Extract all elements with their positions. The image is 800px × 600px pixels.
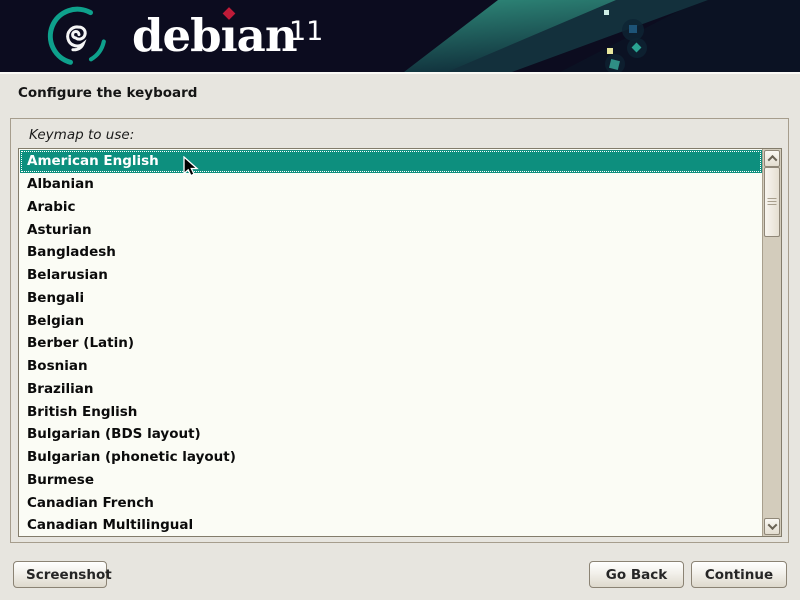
list-item-label: Bulgarian (phonetic layout) (27, 449, 236, 465)
continue-button[interactable]: Continue (691, 561, 787, 588)
list-item-label: Burmese (27, 472, 94, 488)
list-item[interactable]: Bengali (20, 287, 762, 310)
list-item[interactable]: Albanian (20, 173, 762, 196)
scroll-up-button[interactable] (764, 150, 780, 167)
list-item[interactable]: Bosnian (20, 355, 762, 378)
brand-version: 11 (289, 17, 323, 47)
list-item-label: Canadian Multilingual (27, 517, 193, 533)
list-item-label: Bosnian (27, 358, 88, 374)
scrollbar-thumb[interactable] (764, 167, 780, 237)
list-item-label: Asturian (27, 222, 92, 238)
screenshot-button[interactable]: Screenshot (13, 561, 107, 588)
list-item[interactable]: Brazilian (20, 378, 762, 401)
list-item-label: Albanian (27, 176, 94, 192)
list-item-label: Berber (Latin) (27, 335, 134, 351)
list-item[interactable]: Berber (Latin) (20, 332, 762, 355)
vertical-scrollbar[interactable] (762, 149, 781, 536)
list-item[interactable]: Asturian (20, 218, 762, 241)
list-item[interactable]: Canadian Multilingual (20, 514, 762, 535)
brand-name: debıan (132, 9, 297, 62)
list-item[interactable]: British English (20, 400, 762, 423)
list-item[interactable]: Belgian (20, 309, 762, 332)
list-item-label: Canadian French (27, 495, 154, 511)
question-label: Keymap to use: (29, 127, 134, 143)
list-item[interactable]: Belarusian (20, 264, 762, 287)
installer-banner: debıan 11 (0, 0, 800, 74)
page-title: Configure the keyboard (18, 85, 197, 101)
debian-swirl-logo (44, 3, 110, 69)
banner-artwork (0, 0, 800, 72)
list-item-label: Bengali (27, 290, 84, 306)
list-item[interactable]: Bulgarian (phonetic layout) (20, 446, 762, 469)
list-item[interactable]: Canadian French (20, 491, 762, 514)
debian-i-diamond-icon (222, 7, 235, 20)
list-item[interactable]: Bangladesh (20, 241, 762, 264)
scroll-down-button[interactable] (764, 518, 780, 535)
brand: debıan 11 (132, 4, 297, 68)
list-item-label: British English (27, 404, 137, 420)
list-item[interactable]: Bulgarian (BDS layout) (20, 423, 762, 446)
thumb-grip-icon (768, 198, 777, 206)
list-item-label: Bangladesh (27, 244, 116, 260)
go-back-button[interactable]: Go Back (589, 561, 684, 588)
chevron-up-icon (767, 155, 777, 165)
list-item[interactable]: Arabic (20, 196, 762, 219)
list-item[interactable]: American English (20, 150, 762, 173)
keymap-panel: Keymap to use: American EnglishAlbanianA… (10, 118, 789, 543)
list-item-label: Belgian (27, 313, 84, 329)
list-item-label: Arabic (27, 199, 76, 215)
keymap-rows: American English Albanian Arabic Asturian Ba… (20, 150, 762, 535)
chevron-down-icon (767, 520, 777, 530)
keymap-list[interactable]: American English Albanian Arabic Asturian Ba… (18, 148, 782, 537)
list-item-label: Belarusian (27, 267, 108, 283)
list-item-label: Brazilian (27, 381, 94, 397)
list-item-label: Bulgarian (BDS layout) (27, 426, 201, 442)
list-item[interactable]: Burmese (20, 469, 762, 492)
list-item-label: American English (27, 153, 159, 169)
